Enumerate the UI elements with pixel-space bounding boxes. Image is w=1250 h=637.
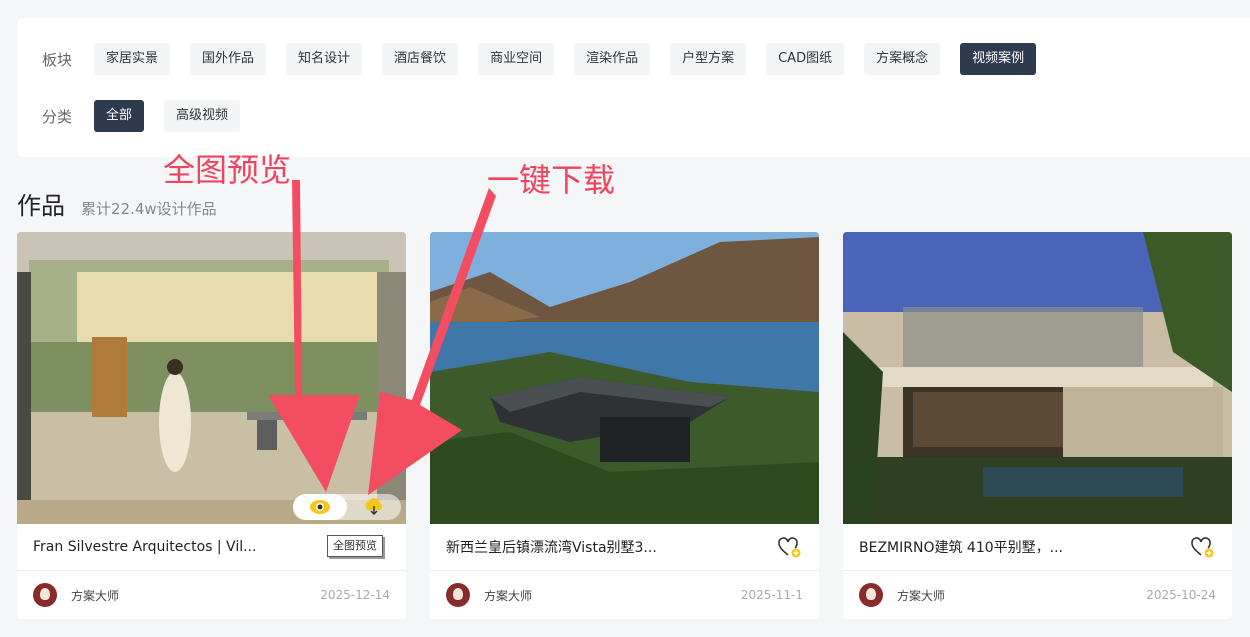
card-meta: 方案大师 2025-10-24 [843, 571, 1232, 619]
heart-plus-icon[interactable] [1190, 535, 1216, 559]
chip-cad-drawings[interactable]: CAD图纸 [766, 43, 845, 75]
card-title[interactable]: 新西兰皇后镇漂流湾Vista别墅3... [446, 537, 657, 557]
lakeside-villa-image [430, 232, 819, 524]
filter-row-category: 分类 全部 高级视频 [17, 100, 260, 132]
publish-date: 2025-10-24 [1146, 588, 1216, 602]
card-meta: 方案大师 2025-11-1 [430, 571, 819, 619]
filter-label-category: 分类 [42, 107, 73, 126]
filter-row-section: 板块 家居实景 国外作品 知名设计 酒店餐饮 商业空间 渲染作品 户型方案 CA… [17, 43, 1056, 75]
publish-date: 2025-11-1 [740, 588, 803, 602]
card-title-row: 新西兰皇后镇漂流湾Vista别墅3... [430, 524, 819, 571]
card-title[interactable]: BEZMIRNO建筑 410平别墅，... [859, 537, 1063, 557]
hover-actions [293, 494, 401, 520]
chip-premium-video[interactable]: 高级视频 [164, 100, 241, 132]
chip-concept[interactable]: 方案概念 [864, 43, 941, 75]
section-title: 作品 [17, 192, 65, 220]
heart-plus-icon[interactable] [777, 535, 803, 559]
work-card[interactable]: BEZMIRNO建筑 410平别墅，... 方案大师 2025-10-24 [843, 232, 1232, 619]
cloud-download-icon [365, 498, 383, 516]
card-thumbnail[interactable] [430, 232, 819, 524]
section-header: 作品 累计22.4w设计作品 [17, 186, 217, 221]
filter-panel: 板块 家居实景 国外作品 知名设计 酒店餐饮 商业空间 渲染作品 户型方案 CA… [17, 18, 1250, 157]
avatar[interactable] [859, 583, 883, 607]
annotation-download-label: 一键下载 [487, 161, 616, 199]
work-card[interactable]: Fran Silvestre Arquitectos | Vil... 方案大师… [17, 232, 406, 619]
publish-date: 2025-12-14 [320, 588, 390, 602]
card-title[interactable]: Fran Silvestre Arquitectos | Vil... [33, 539, 256, 555]
author-name[interactable]: 方案大师 [71, 587, 119, 604]
chip-home-real[interactable]: 家居实景 [94, 43, 171, 75]
work-card[interactable]: 新西兰皇后镇漂流湾Vista别墅3... 方案大师 2025-11-1 [430, 232, 819, 619]
chip-video-cases[interactable]: 视频案例 [960, 43, 1037, 75]
avatar[interactable] [446, 583, 470, 607]
chip-foreign-works[interactable]: 国外作品 [190, 43, 267, 75]
annotation-preview-label: 全图预览 [163, 151, 292, 189]
eye-icon [310, 500, 330, 514]
chip-floor-plans[interactable]: 户型方案 [670, 43, 747, 75]
interior-villa-image [17, 232, 406, 524]
chip-famous-design[interactable]: 知名设计 [286, 43, 363, 75]
avatar[interactable] [33, 583, 57, 607]
chip-all[interactable]: 全部 [94, 100, 145, 132]
filter-label-section: 板块 [42, 50, 73, 69]
download-button[interactable] [347, 494, 401, 520]
card-title-row: BEZMIRNO建筑 410平别墅，... [843, 524, 1232, 571]
author-name[interactable]: 方案大师 [484, 587, 532, 604]
chip-render-works[interactable]: 渲染作品 [574, 43, 651, 75]
author-name[interactable]: 方案大师 [897, 587, 945, 604]
preview-tooltip: 全图预览 [327, 535, 383, 557]
preview-button[interactable] [293, 494, 347, 520]
card-thumbnail[interactable] [843, 232, 1232, 524]
chip-commercial-space[interactable]: 商业空间 [478, 43, 555, 75]
card-meta: 方案大师 2025-12-14 [17, 571, 406, 619]
modern-villa-image [843, 232, 1232, 524]
section-subtitle: 累计22.4w设计作品 [81, 200, 217, 218]
chip-hotel-dining[interactable]: 酒店餐饮 [382, 43, 459, 75]
card-thumbnail[interactable] [17, 232, 406, 524]
